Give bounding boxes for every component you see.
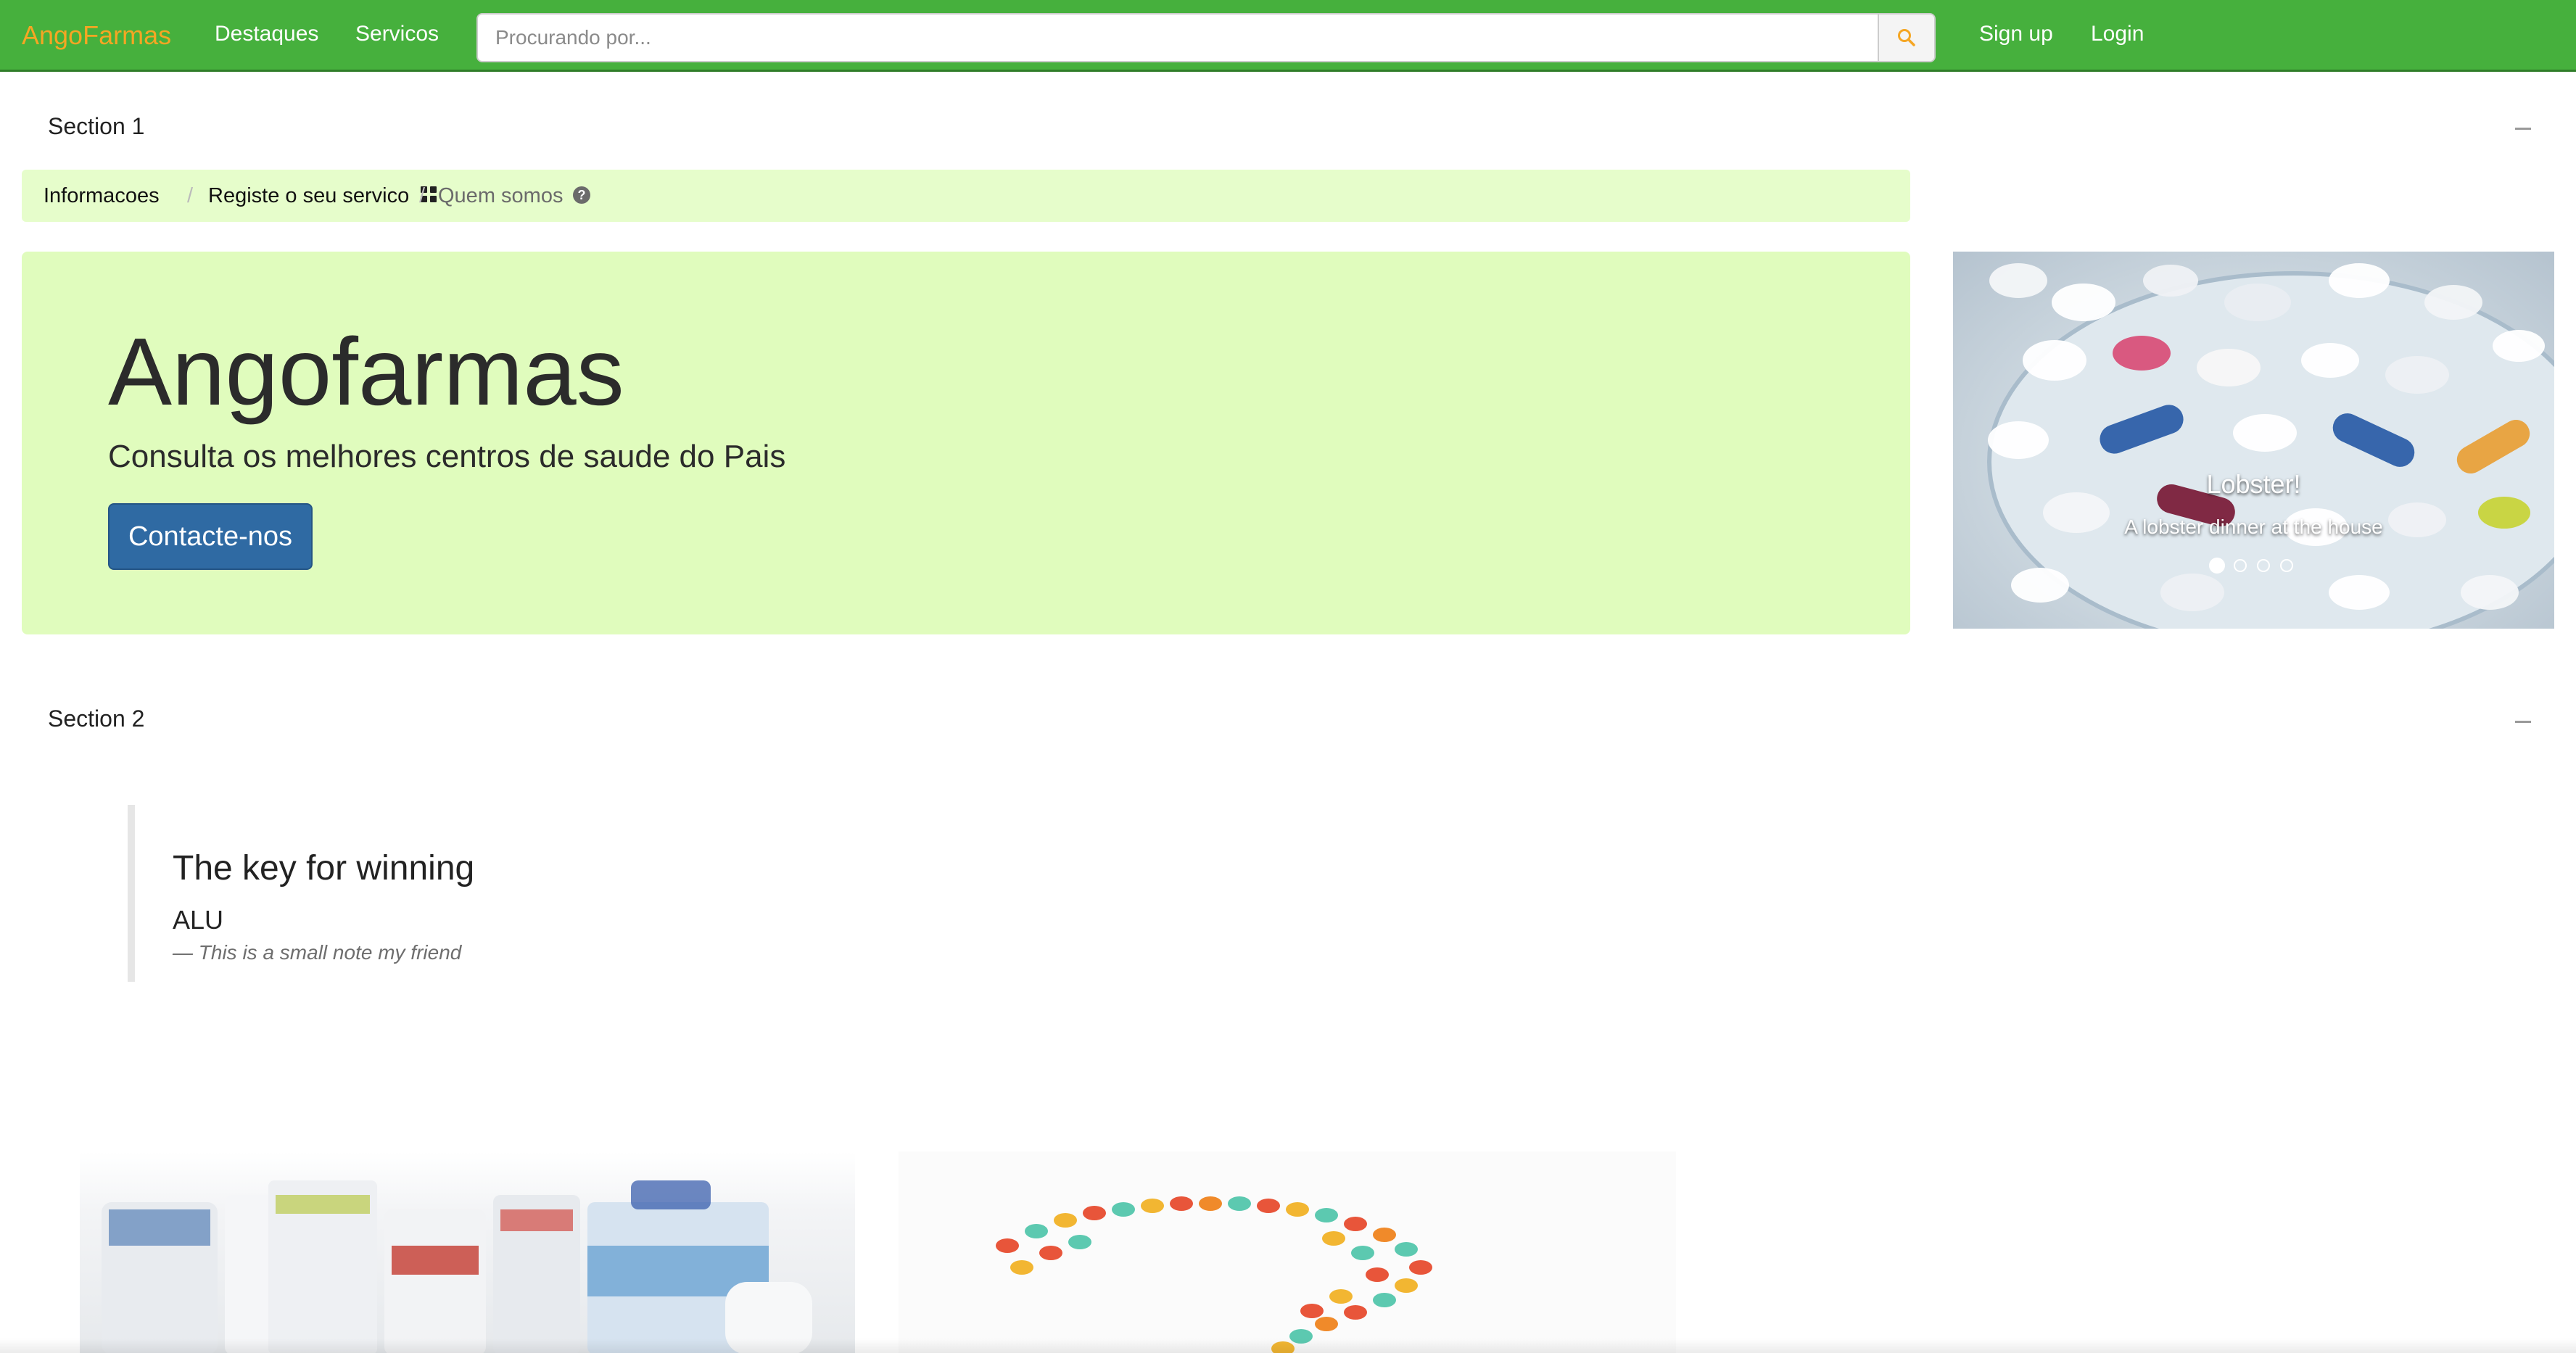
breadcrumb-item-quem-somos[interactable]: Quem somos ? — [438, 184, 591, 208]
svg-text:?: ? — [577, 188, 585, 202]
nav-link-servicos[interactable]: Servicos — [355, 22, 439, 46]
carousel-caption-title: Lobster! — [2206, 469, 2301, 499]
section-1-title: Section 1 — [48, 113, 145, 139]
section-2-collapse-button[interactable] — [2515, 721, 2531, 723]
search-icon — [1898, 29, 1915, 46]
nav-link-destaques[interactable]: Destaques — [215, 22, 318, 46]
quote-footer: — This is a small note my friend — [173, 941, 462, 964]
breadcrumb-item-label: Quem somos — [438, 184, 564, 207]
search-button[interactable] — [1878, 15, 1934, 61]
hero-title: Angofarmas — [108, 318, 624, 425]
breadcrumb-item-label: Registe o seu servico — [208, 184, 410, 207]
breadcrumb-separator: / — [419, 184, 426, 207]
contact-button[interactable]: Contacte-nos — [108, 503, 313, 570]
image-carousel[interactable]: Lobster! A lobster dinner at the house — [1953, 252, 2554, 629]
section-1-collapse-button[interactable] — [2515, 128, 2531, 130]
signup-link[interactable]: Sign up — [1979, 22, 2053, 46]
breadcrumb: Informacoes / Registe o seu servico / Qu… — [22, 170, 1910, 222]
brand-logo[interactable]: AngoFarmas — [22, 20, 171, 51]
thumbnail-pills-question[interactable] — [899, 1151, 1676, 1353]
breadcrumb-item-informacoes[interactable]: Informacoes — [44, 184, 160, 208]
carousel-indicator-2[interactable] — [2234, 559, 2247, 572]
top-navbar: AngoFarmas Destaques Servicos Sign up Lo… — [0, 0, 2576, 72]
carousel-indicator-4[interactable] — [2280, 559, 2293, 572]
search-bar — [476, 13, 1936, 62]
carousel-indicator-1[interactable] — [2209, 558, 2225, 574]
question-circle-icon: ? — [572, 186, 590, 204]
search-input[interactable] — [478, 15, 1881, 61]
pills-question-mark-image — [996, 1196, 1432, 1353]
bottom-shade — [0, 1338, 2576, 1353]
hero-subtitle: Consulta os melhores centros de saude do… — [108, 439, 786, 474]
blockquote: The key for winning ALU — This is a smal… — [128, 805, 708, 982]
quote-title: The key for winning — [173, 849, 475, 887]
breadcrumb-item-registe[interactable]: Registe o seu servico — [208, 184, 438, 208]
thumbnail-medicine-bottles[interactable] — [80, 1151, 855, 1353]
quote-subtitle: ALU — [173, 905, 224, 935]
medicine-bottles-image — [102, 1180, 812, 1353]
carousel-indicators — [2209, 558, 2311, 576]
section-2-title: Section 2 — [48, 706, 145, 732]
breadcrumb-separator: / — [187, 184, 194, 207]
hero-jumbotron: Angofarmas Consulta os melhores centros … — [22, 252, 1910, 634]
login-link[interactable]: Login — [2091, 22, 2144, 46]
carousel-indicator-3[interactable] — [2257, 559, 2270, 572]
carousel-caption-text: A lobster dinner at the house — [2124, 516, 2383, 538]
